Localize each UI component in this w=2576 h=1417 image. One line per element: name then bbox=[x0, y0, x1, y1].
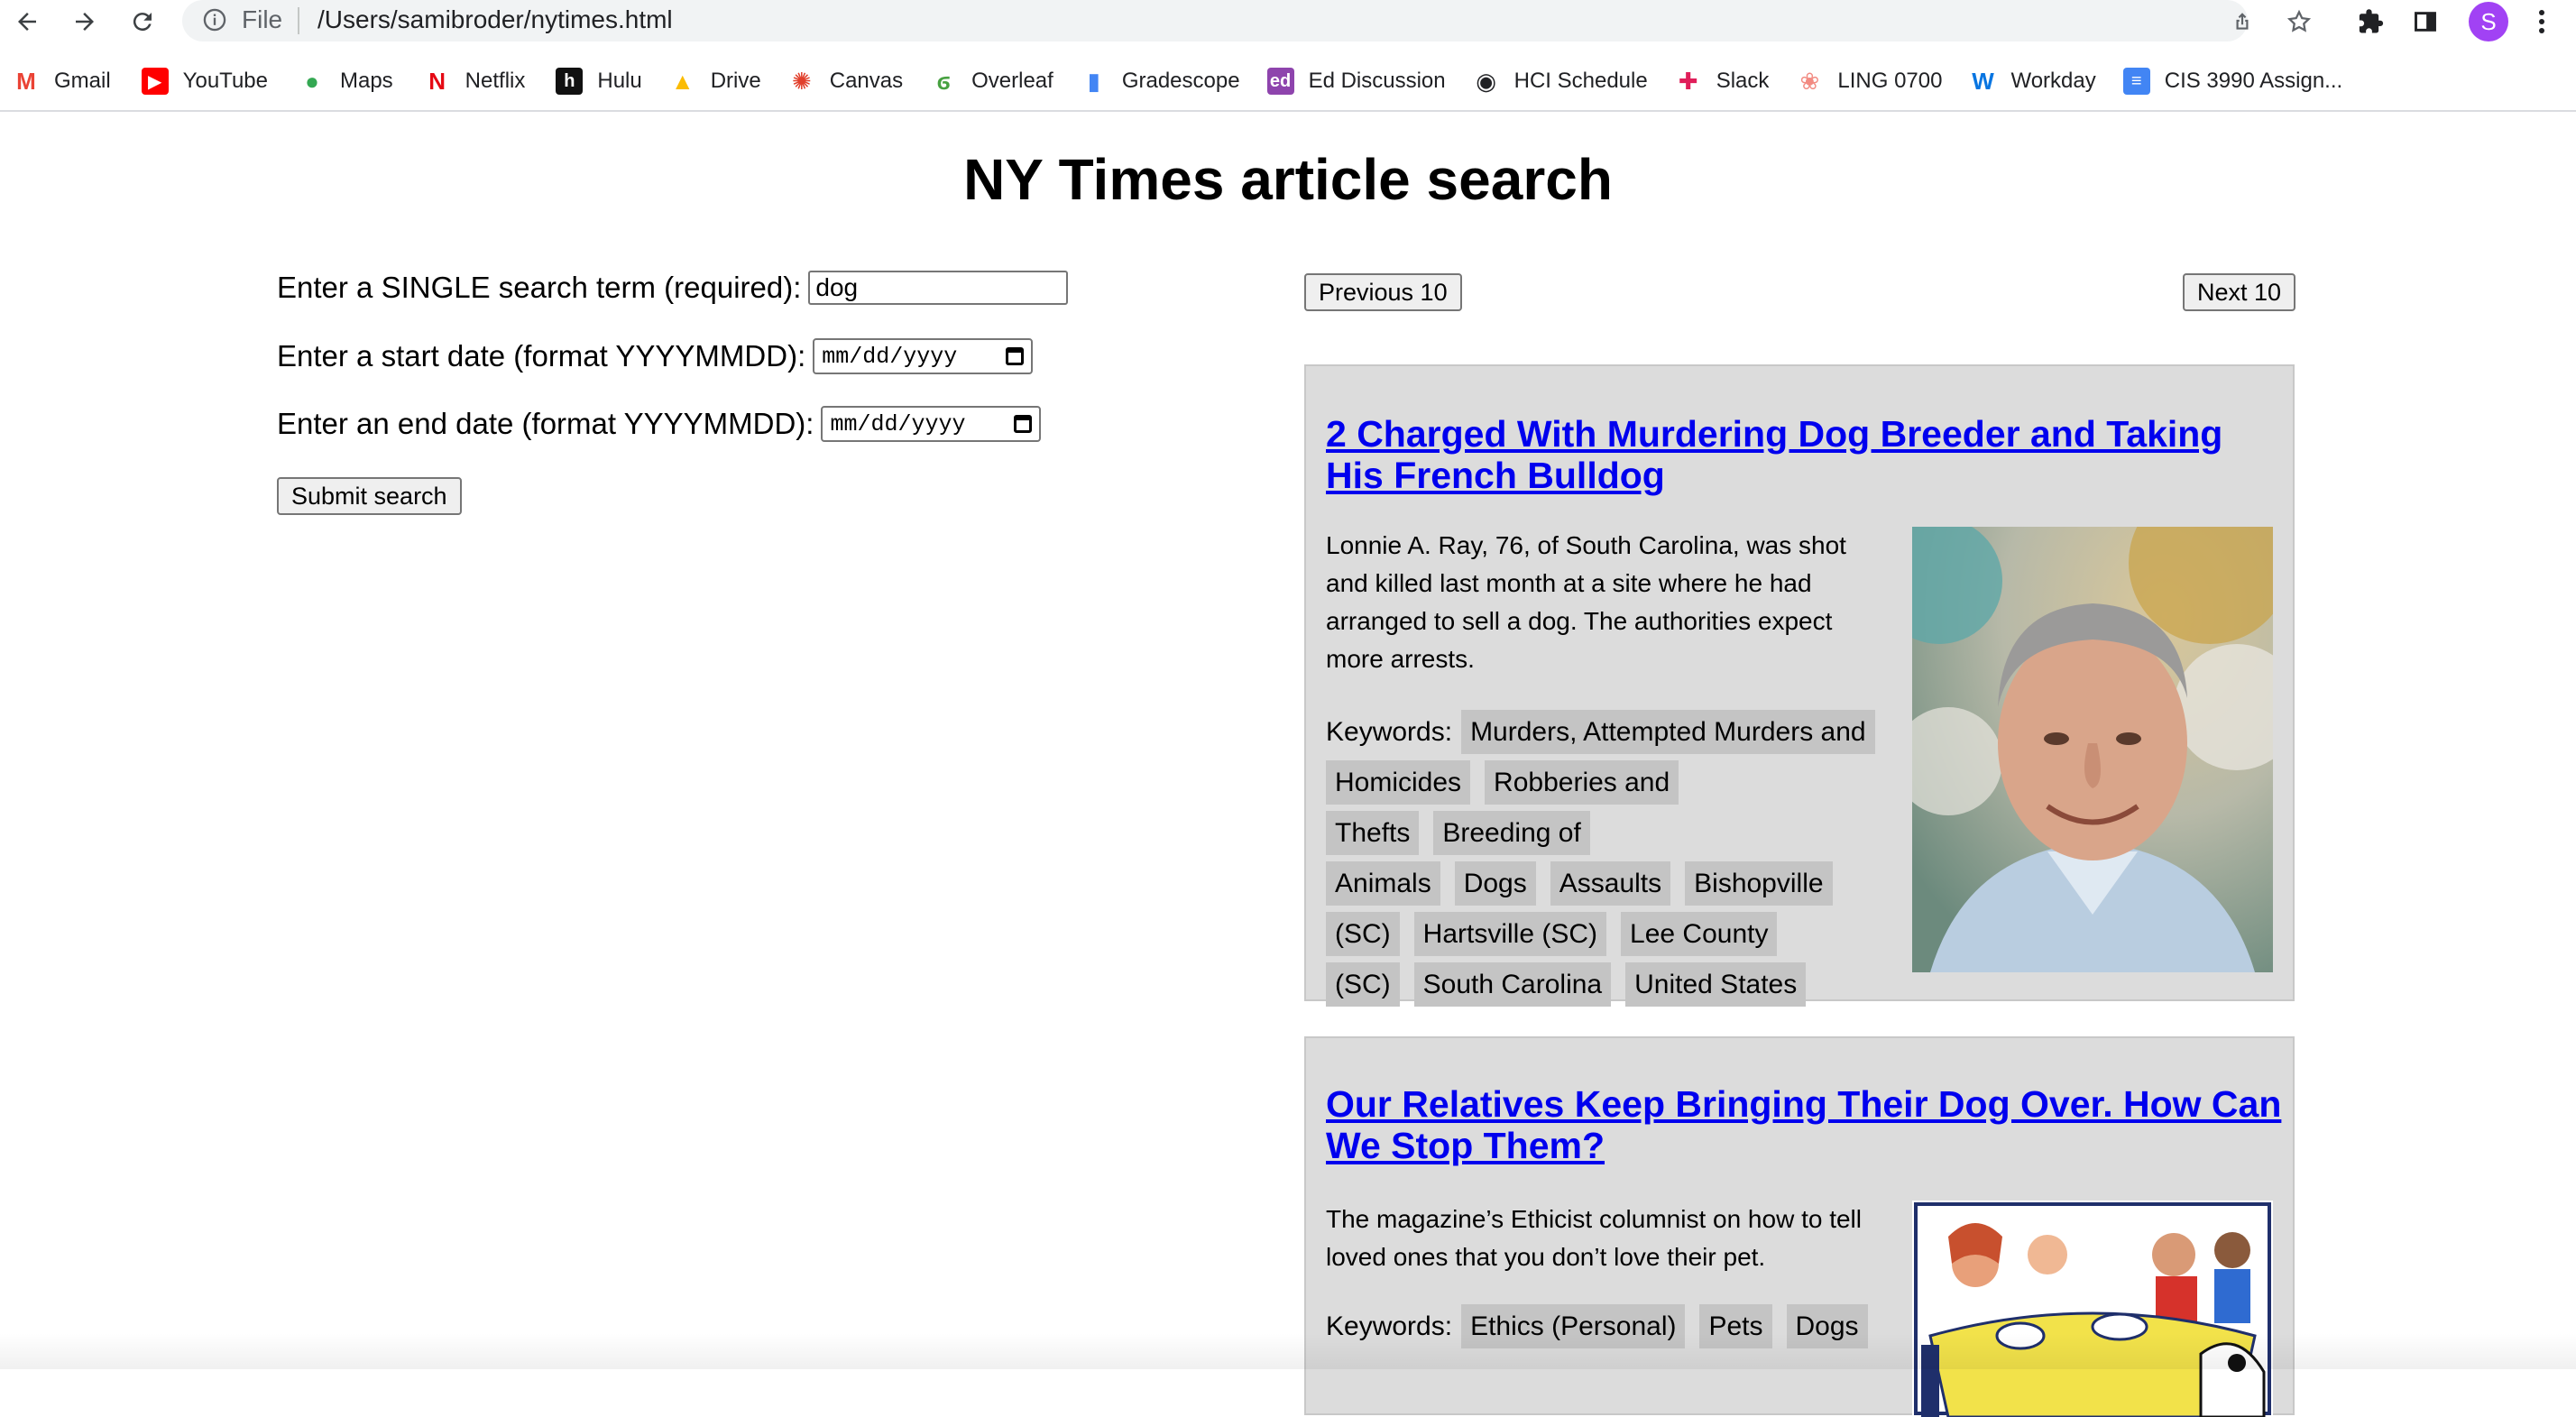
bookmark-canvas[interactable]: ✺ Canvas bbox=[788, 61, 903, 101]
bookmark-netflix[interactable]: N Netflix bbox=[424, 61, 526, 101]
start-date-label: Enter a start date (format YYYYMMDD): bbox=[277, 339, 806, 373]
bookmark-ling-0700[interactable]: ❀ LING 0700 bbox=[1796, 61, 1942, 101]
profile-avatar[interactable]: S bbox=[2469, 2, 2508, 41]
brain-icon: ❀ bbox=[1799, 67, 1820, 95]
article-card: 2 Charged With Murdering Dog Breeder and… bbox=[1304, 364, 2295, 1007]
end-date-input[interactable]: mm/dd/yyyy bbox=[821, 406, 1042, 442]
article-photo bbox=[1912, 527, 2273, 972]
bookmark-label: Hulu bbox=[597, 69, 642, 93]
article-abstract: Lonnie A. Ray, 76, of South Carolina, wa… bbox=[1326, 531, 1846, 673]
url-text[interactable]: /Users/samibroder/nytimes.html bbox=[317, 5, 673, 34]
youtube-icon: ▶ bbox=[141, 68, 169, 95]
bookmark-maps[interactable]: ● Maps bbox=[299, 61, 393, 101]
bookmark-workday[interactable]: W Workday bbox=[1969, 61, 2096, 101]
search-term-label: Enter a SINGLE search term (required): bbox=[277, 271, 802, 304]
bookmark-label: Drive bbox=[710, 69, 761, 93]
end-date-row: Enter an end date (format YYYYMMDD): mm/… bbox=[277, 406, 1042, 442]
article-title-link[interactable]: Our Relatives Keep Bringing Their Dog Ov… bbox=[1326, 1083, 2282, 1166]
scroll-fade bbox=[0, 1333, 2576, 1369]
address-bar[interactable]: File /Users/samibroder/nytimes.html bbox=[182, 0, 2248, 41]
submit-search-button[interactable]: Submit search bbox=[277, 477, 462, 515]
end-date-placeholder: mm/dd/yyyy bbox=[830, 410, 966, 437]
calendar-icon[interactable] bbox=[1006, 347, 1025, 365]
bookmark-youtube[interactable]: ▶ YouTube bbox=[141, 61, 268, 101]
globe-icon: ◉ bbox=[1476, 67, 1496, 95]
bookmark-label: HCI Schedule bbox=[1513, 69, 1648, 93]
hulu-icon: h bbox=[556, 68, 584, 95]
bookmark-hci-schedule[interactable]: ◉ HCI Schedule bbox=[1473, 61, 1648, 101]
back-icon[interactable] bbox=[9, 4, 45, 40]
bookmark-overleaf[interactable]: ϭ Overleaf bbox=[930, 61, 1053, 101]
keyword-tag: Assaults bbox=[1550, 861, 1671, 906]
keyword-tag: Dogs bbox=[1454, 861, 1536, 906]
overleaf-icon: ϭ bbox=[936, 67, 951, 95]
extensions-icon[interactable] bbox=[2353, 4, 2389, 40]
bookmark-label: Workday bbox=[2010, 69, 2096, 93]
bookmark-gradescope[interactable]: ▮ Gradescope bbox=[1081, 61, 1240, 101]
bookmark-ed-discussion[interactable]: ed Ed Discussion bbox=[1266, 61, 1446, 101]
article-title-link[interactable]: 2 Charged With Murdering Dog Breeder and… bbox=[1326, 413, 2282, 496]
info-icon[interactable] bbox=[202, 7, 227, 37]
bookmark-label: Gmail bbox=[54, 69, 111, 93]
chrome-divider bbox=[0, 110, 2576, 112]
gradescope-icon: ▮ bbox=[1087, 67, 1100, 95]
calendar-icon[interactable] bbox=[1014, 415, 1033, 433]
forward-icon[interactable] bbox=[67, 4, 103, 40]
article-abstract: The magazine’s Ethicist columnist on how… bbox=[1326, 1205, 1862, 1271]
keywords-list: Keywords: Murders, Attempted Murders and … bbox=[1326, 707, 1885, 1010]
more-menu-icon[interactable] bbox=[2524, 4, 2560, 40]
side-panel-icon[interactable] bbox=[2407, 4, 2443, 40]
bookmark-label: Canvas bbox=[829, 69, 904, 93]
gmail-icon: M bbox=[16, 67, 36, 95]
keywords-label: Keywords: bbox=[1326, 717, 1453, 747]
share-icon[interactable] bbox=[2224, 4, 2260, 40]
bookmark-cis-3990-assign[interactable]: ≡ CIS 3990 Assign... bbox=[2122, 61, 2343, 101]
docs-icon: ≡ bbox=[2122, 68, 2150, 95]
search-term-row: Enter a SINGLE search term (required): bbox=[277, 271, 1069, 305]
bookmark-label: Ed Discussion bbox=[1308, 69, 1446, 93]
bookmark-label: Gradescope bbox=[1121, 69, 1240, 93]
bookmark-label: Netflix bbox=[465, 69, 526, 93]
bookmark-label: CIS 3990 Assign... bbox=[2164, 69, 2343, 93]
search-term-input[interactable] bbox=[808, 271, 1069, 305]
ed-icon: ed bbox=[1266, 68, 1294, 95]
slack-icon: ✚ bbox=[1678, 67, 1698, 95]
bookmarks-bar: M Gmail ▶ YouTube ● Maps N Netflix h Hulu ▲ Drive ✺ C… bbox=[0, 58, 2576, 105]
bookmark-label: Slack bbox=[1716, 69, 1770, 93]
article-illustration bbox=[1912, 1201, 2273, 1417]
file-scheme-label: File bbox=[242, 5, 283, 33]
start-date-placeholder: mm/dd/yyyy bbox=[822, 343, 958, 370]
bookmark-label: YouTube bbox=[182, 69, 268, 93]
keyword-tag: United States bbox=[1625, 962, 1807, 1007]
start-date-input[interactable]: mm/dd/yyyy bbox=[813, 338, 1034, 374]
maps-icon: ● bbox=[305, 67, 319, 95]
end-date-label: Enter an end date (format YYYYMMDD): bbox=[277, 407, 814, 440]
bookmark-slack[interactable]: ✚ Slack bbox=[1675, 61, 1770, 101]
browser-toolbar: File /Users/samibroder/nytimes.html S bbox=[0, 0, 2576, 41]
workday-icon: W bbox=[1972, 67, 1994, 95]
bookmark-drive[interactable]: ▲ Drive bbox=[669, 61, 761, 101]
reload-icon[interactable] bbox=[124, 4, 161, 40]
page-title: NY Times article search bbox=[963, 147, 1613, 212]
bookmark-hulu[interactable]: h Hulu bbox=[556, 61, 642, 101]
keyword-tag: South Carolina bbox=[1413, 962, 1612, 1007]
start-date-row: Enter a start date (format YYYYMMDD): mm… bbox=[277, 338, 1034, 374]
next-10-button[interactable]: Next 10 bbox=[2183, 273, 2296, 311]
omnibox-divider bbox=[298, 7, 299, 34]
keyword-tag: Hartsville (SC) bbox=[1413, 912, 1607, 956]
previous-10-button[interactable]: Previous 10 bbox=[1304, 273, 1462, 311]
canvas-icon: ✺ bbox=[791, 67, 812, 95]
bookmark-label: Overleaf bbox=[971, 69, 1053, 93]
drive-icon: ▲ bbox=[670, 67, 695, 95]
netflix-icon: N bbox=[428, 67, 446, 95]
bookmark-label: LING 0700 bbox=[1837, 69, 1943, 93]
bookmark-gmail[interactable]: M Gmail bbox=[13, 61, 111, 101]
bookmark-star-icon[interactable] bbox=[2281, 4, 2317, 40]
bookmark-label: Maps bbox=[339, 69, 393, 93]
